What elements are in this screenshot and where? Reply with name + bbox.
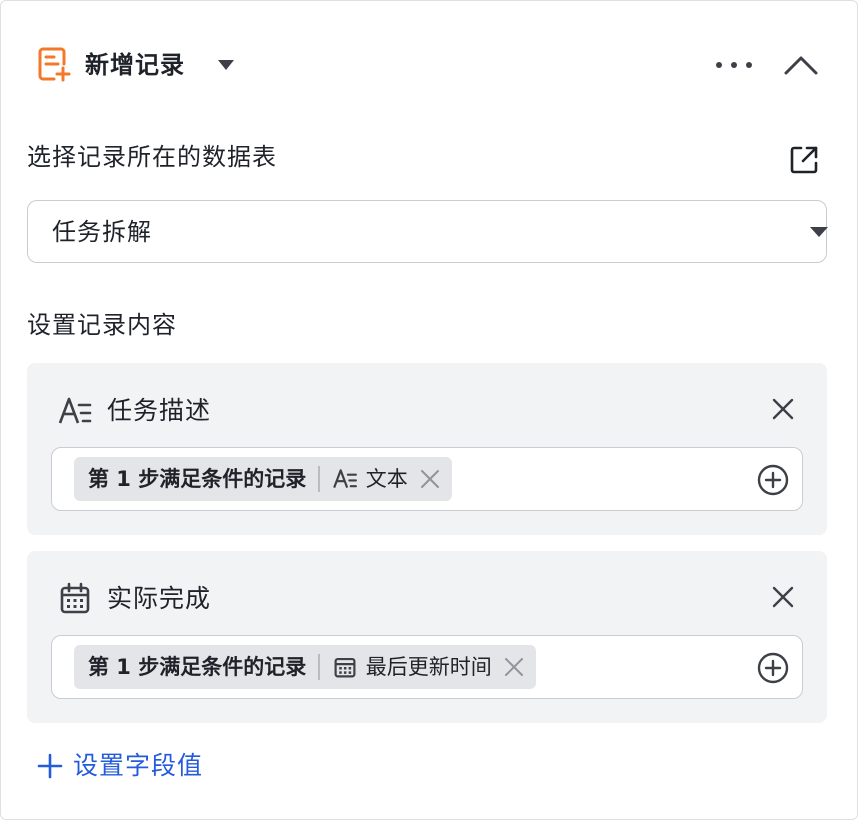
add-record-icon bbox=[38, 47, 71, 82]
chip-source: 第 1 步满足条件的记录 bbox=[88, 467, 307, 491]
panel-title: 新增记录 bbox=[85, 51, 185, 79]
table-select-value: 任务拆解 bbox=[52, 218, 152, 246]
text-field-icon bbox=[332, 469, 357, 489]
chip-divider bbox=[318, 654, 320, 680]
add-circle-icon[interactable] bbox=[756, 463, 790, 497]
dropdown-arrow-icon bbox=[810, 227, 828, 237]
chip-source: 第 1 步满足条件的记录 bbox=[88, 655, 307, 679]
close-icon[interactable] bbox=[765, 579, 801, 615]
calendar-icon bbox=[334, 657, 356, 678]
close-icon[interactable] bbox=[765, 391, 801, 427]
chip-field: 最后更新时间 bbox=[365, 655, 492, 679]
open-external-icon[interactable] bbox=[787, 143, 821, 177]
table-section-label: 选择记录所在的数据表 bbox=[27, 143, 277, 171]
field-name: 任务描述 bbox=[107, 396, 212, 425]
table-select[interactable]: 任务拆解 bbox=[27, 200, 828, 263]
reference-chip[interactable]: 第 1 步满足条件的记录 文本 bbox=[74, 457, 452, 501]
add-record-panel: 新增记录 选择记录所在的数据表 任务拆解 设置记录内容 任务描述 第 1 步满足… bbox=[0, 0, 858, 820]
chevron-up-icon[interactable] bbox=[781, 49, 821, 81]
content-section-label: 设置记录内容 bbox=[27, 311, 177, 339]
more-options-icon[interactable] bbox=[711, 51, 757, 79]
chip-divider bbox=[318, 466, 320, 492]
field-value-input[interactable]: 第 1 步满足条件的记录 最后更新时间 bbox=[51, 635, 803, 699]
add-circle-icon[interactable] bbox=[756, 651, 790, 685]
text-field-icon bbox=[58, 397, 92, 424]
reference-chip[interactable]: 第 1 步满足条件的记录 最后更新时间 bbox=[74, 645, 536, 689]
chip-field: 文本 bbox=[365, 467, 408, 491]
panel-header: 新增记录 bbox=[1, 1, 857, 129]
plus-icon bbox=[37, 753, 63, 779]
field-value-input[interactable]: 第 1 步满足条件的记录 文本 bbox=[51, 447, 803, 511]
add-field-value-label: 设置字段值 bbox=[73, 751, 204, 780]
field-name: 实际完成 bbox=[107, 584, 212, 613]
add-field-value-button[interactable]: 设置字段值 bbox=[37, 746, 203, 786]
calendar-icon bbox=[60, 582, 90, 614]
field-card: 实际完成 第 1 步满足条件的记录 最后更新时间 bbox=[27, 551, 827, 723]
close-icon[interactable] bbox=[502, 655, 526, 679]
field-card: 任务描述 第 1 步满足条件的记录 文本 bbox=[27, 363, 827, 535]
close-icon[interactable] bbox=[418, 467, 442, 491]
caret-down-icon[interactable] bbox=[217, 58, 235, 72]
